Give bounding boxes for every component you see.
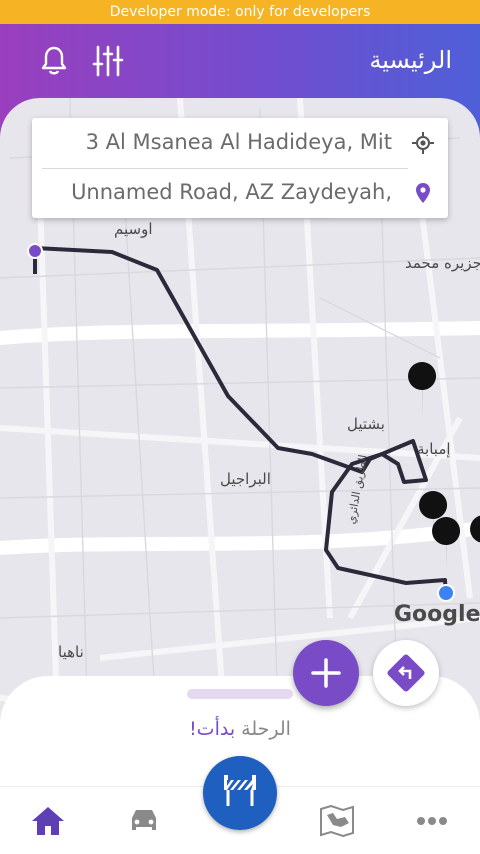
map-icon[interactable]: [319, 805, 355, 837]
map-label: جزيره محمد: [405, 254, 480, 272]
origin-text: 3 Al Msanea Al Hadideya, Mit: [85, 130, 392, 154]
more-icon[interactable]: [414, 805, 450, 837]
bell-icon[interactable]: [38, 44, 70, 78]
destination-field[interactable]: Unnamed Road, AZ Zaydeyah,: [32, 168, 448, 218]
car-icon[interactable]: [126, 805, 162, 837]
roadblock-icon: [224, 775, 256, 806]
roadblock-button[interactable]: [203, 756, 277, 830]
route-card: 3 Al Msanea Al Hadideya, Mit Unnamed Roa…: [32, 118, 448, 218]
trip-status: الرحلة بدأت!: [0, 718, 480, 740]
origin-field[interactable]: 3 Al Msanea Al Hadideya, Mit: [32, 118, 448, 168]
home-icon[interactable]: [30, 805, 66, 837]
map-label: إمبابة: [417, 440, 451, 458]
sliders-icon[interactable]: [92, 44, 124, 78]
map-label: بشتيل: [347, 415, 385, 433]
destination-text: Unnamed Road, AZ Zaydeyah,: [71, 180, 392, 204]
map-label: ناهيا: [58, 643, 84, 661]
trip-label: الرحلة: [241, 718, 291, 740]
location-pin-icon: [416, 183, 430, 203]
directions-icon: [387, 654, 425, 692]
developer-mode-banner: Developer mode: only for developers: [0, 0, 480, 24]
my-location-icon[interactable]: [412, 132, 434, 154]
sheet-handle[interactable]: [187, 689, 293, 699]
plus-icon: [311, 658, 341, 688]
add-button[interactable]: [293, 640, 359, 706]
google-attribution: Google: [394, 602, 480, 627]
map-label: البراجيل: [220, 470, 271, 488]
map-label: اوسيم: [114, 220, 153, 238]
directions-button[interactable]: [373, 640, 439, 706]
trip-state: بدأت!: [189, 718, 236, 740]
page-title: الرئيسية: [369, 46, 452, 74]
